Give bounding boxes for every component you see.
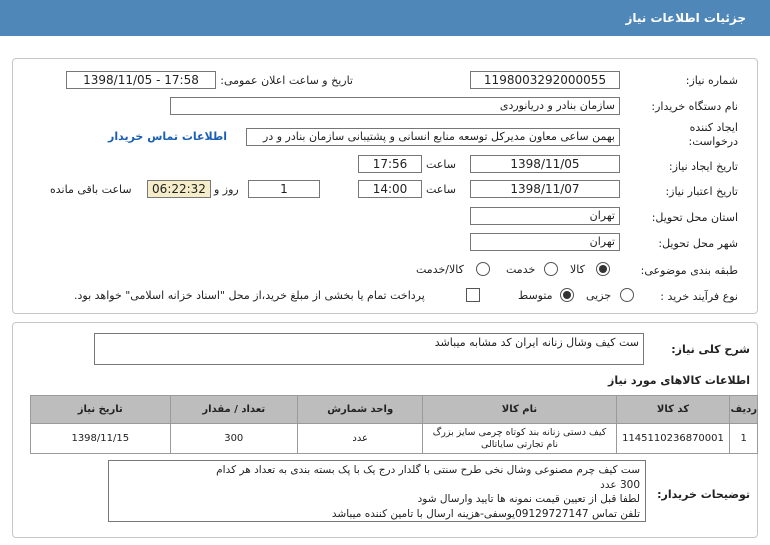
city-field[interactable]: تهران [470,233,620,251]
announce-field[interactable]: 1398/11/05 - 17:58 [66,71,216,89]
page-header: جزئیات اطلاعات نیاز [0,0,770,36]
buyer-org-field[interactable]: سازمان بنادر و دریانوردی [170,97,620,115]
validity-time-field[interactable]: 14:00 [358,180,422,198]
province-label: استان محل تحویل: [651,211,738,224]
description-label: شرح کلی نیاز: [671,343,750,356]
process-radio-minor[interactable] [620,288,634,302]
category-radio-goods[interactable] [596,262,610,276]
remaining-label: ساعت باقی مانده [50,183,132,196]
process-option-medium: متوسط [518,289,553,302]
col-qty: تعداد / مقدار [169,395,298,424]
description-field[interactable]: ست کیف وشال زنانه ایران کد مشابه میباشد [94,333,644,365]
cell-unit: عدد [296,423,424,454]
col-code: کد کالا [615,395,731,424]
validity-label: تاریخ اعتبار نیاز: [665,185,738,198]
goods-table-header: ردیف کد کالا نام کالا واحد شمارش تعداد /… [30,395,758,424]
validity-time-label: ساعت [426,183,456,196]
table-row[interactable]: 1 1145110236870001 کیف دستی زنانه بند کو… [30,423,758,454]
category-radio-service[interactable] [544,262,558,276]
validity-date-field[interactable]: 1398/11/07 [470,180,620,198]
need-number-field[interactable]: 1198003292000055 [470,71,620,89]
buyer-notes-field[interactable]: ست کیف چرم مصنوعی وشال نخی طرح سنتی با گ… [108,460,646,522]
creator-label-2: درخواست: [688,135,738,148]
page-title: جزئیات اطلاعات نیاز [625,11,746,25]
buyer-notes-line-3: لطفا قبل از تعیین قیمت نمونه ها تایید وا… [417,493,640,505]
cell-name: کیف دستی زنانه بند کوتاه چرمی سایز بزرگ … [422,423,617,454]
created-date-label: تاریخ ایجاد نیاز: [668,160,738,173]
creator-label-1: ایجاد کننده [689,121,738,134]
cell-qty: 300 [169,423,298,454]
cell-row: 1 [729,423,758,454]
province-field[interactable]: تهران [470,207,620,225]
remaining-time-field: 06:22:32 [147,180,211,198]
process-radio-medium[interactable] [560,288,574,302]
city-label: شهر محل تحویل: [658,237,738,250]
col-row: ردیف [729,395,758,424]
treasury-payment-checkbox[interactable] [466,288,480,302]
announce-label: تاریخ و ساعت اعلان عمومی: [220,74,353,87]
buyer-notes-line-1: ست کیف چرم مصنوعی وشال نخی طرح سنتی با گ… [216,464,640,476]
need-number-label: شماره نیاز: [685,74,738,87]
cell-date: 1398/11/15 [30,423,171,454]
process-option-minor: جزیی [586,289,612,302]
col-unit: واحد شمارش [296,395,424,424]
created-time-label: ساعت [426,158,456,171]
category-option-goods-service: کالا/خدمت [416,263,464,276]
process-label: نوع فرآیند خرید : [660,290,738,303]
created-date-field[interactable]: 1398/11/05 [470,155,620,173]
buyer-notes-label: توضیحات خریدار: [657,488,750,501]
category-option-goods: کالا [570,263,585,276]
category-label: طبقه بندی موضوعی: [640,264,738,277]
category-radio-goods-service[interactable] [476,262,490,276]
goods-section-title: اطلاعات کالاهای مورد نیاز [608,374,750,387]
goods-table: ردیف کد کالا نام کالا واحد شمارش تعداد /… [30,395,758,454]
days-label: روز و [214,183,239,196]
creator-field[interactable]: بهمن ساعی معاون مدیرکل توسعه منابع انسان… [246,128,620,146]
buyer-contact-link[interactable]: اطلاعات تماس خریدار [108,130,227,143]
buyer-notes-line-4: تلفن تماس 09129727147یوسفی-هزینه ارسال ب… [331,507,640,520]
category-option-service: خدمت [506,263,536,276]
treasury-payment-note: پرداخت تمام یا بخشی از مبلغ خرید،از محل … [74,289,425,302]
days-field[interactable]: 1 [248,180,320,198]
col-name: نام کالا [422,395,617,424]
col-date: تاریخ نیاز [30,395,171,424]
buyer-notes-line-2: 300 عدد [600,478,640,491]
created-time-field[interactable]: 17:56 [358,155,422,173]
cell-code: 1145110236870001 [615,423,731,454]
buyer-org-label: نام دستگاه خریدار: [651,100,738,113]
